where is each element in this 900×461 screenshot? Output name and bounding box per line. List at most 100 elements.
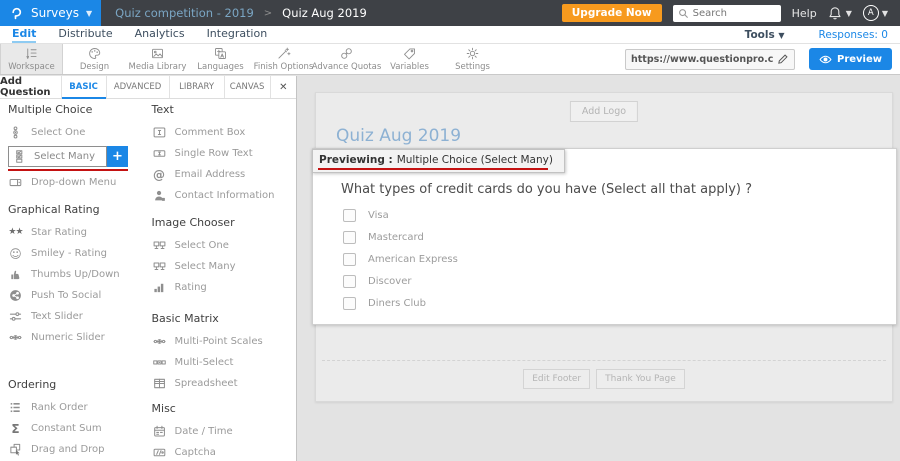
option-row: Mastercard (343, 231, 458, 244)
question-type-rating[interactable]: Rating (152, 277, 296, 298)
checkbox-mastercard[interactable] (343, 231, 356, 244)
tab-canvas[interactable]: CANVAS (224, 76, 270, 98)
question-type-captcha[interactable]: Captcha (152, 442, 296, 461)
item-label: Select Many (175, 261, 236, 272)
question-type-text-slider[interactable]: Text Slider (8, 306, 145, 327)
item-label: Captcha (175, 447, 216, 458)
item-label: Multi-Select (175, 357, 234, 368)
question-type-select-many[interactable]: Select Many (152, 256, 296, 277)
toolbar-item-settings[interactable]: Settings (441, 44, 504, 74)
search-box[interactable] (673, 5, 781, 22)
account-menu[interactable]: A ▼ (863, 5, 888, 21)
tab-advanced[interactable]: ADVANCED (106, 76, 169, 98)
question-type-push-to-social[interactable]: Push To Social (8, 285, 145, 306)
edit-footer-button[interactable]: Edit Footer (523, 369, 590, 389)
question-type-constant-sum[interactable]: ΣConstant Sum (8, 418, 145, 439)
nav-item-distribute[interactable]: Distribute (58, 27, 112, 43)
breadcrumb-current[interactable]: Quiz Aug 2019 (282, 6, 367, 20)
survey-url-box[interactable] (625, 49, 795, 70)
nav-item-integration[interactable]: Integration (207, 27, 268, 43)
add-logo-button[interactable]: Add Logo (570, 101, 638, 122)
question-type-thumbs-up-down[interactable]: Thumbs Up/Down (8, 264, 145, 285)
upgrade-now-button[interactable]: Upgrade Now (562, 4, 662, 22)
multi-point-scales-icon (152, 335, 167, 349)
variables-icon (402, 47, 417, 61)
section-image-chooser: Image ChooserSelect OneSelect ManyRating (152, 216, 296, 298)
question-type-select-many[interactable]: Select Many (8, 146, 107, 167)
question-type-contact-information[interactable]: Contact Information (152, 185, 296, 206)
question-type-select-one[interactable]: Select One (152, 235, 296, 256)
toolbar-item-languages[interactable]: Languages (189, 44, 252, 74)
question-type-numeric-slider[interactable]: Numeric Slider (8, 327, 145, 348)
help-link[interactable]: Help (792, 7, 817, 20)
survey-title[interactable]: Quiz Aug 2019 (336, 126, 461, 146)
red-underline (318, 168, 548, 170)
panel-column-1: Multiple ChoiceSelect OneSelect Many+Dro… (8, 103, 145, 461)
section-graphical-rating: Graphical Rating★★Star Rating☺Smiley - R… (8, 203, 145, 348)
question-type-comment-box[interactable]: Comment Box (152, 122, 296, 143)
toolbar-item-workspace[interactable]: Workspace (0, 44, 63, 74)
tools-menu[interactable]: Tools ▼ (745, 29, 785, 41)
image-rating-icon (152, 281, 167, 295)
question-type-select-many-selected: Select Many+ (8, 146, 145, 171)
thank-you-page-button[interactable]: Thank You Page (596, 369, 685, 389)
topbar-actions: Upgrade Now Help ▼ A ▼ (562, 4, 900, 22)
single-row-text-icon (152, 147, 167, 161)
item-label: Single Row Text (175, 148, 253, 159)
notifications-menu[interactable]: ▼ (828, 6, 852, 20)
spreadsheet-icon (152, 377, 167, 391)
question-type-spreadsheet[interactable]: Spreadsheet (152, 373, 296, 394)
option-row: Diners Club (343, 297, 458, 310)
tab-library[interactable]: LIBRARY (169, 76, 224, 98)
question-type-drop-down-menu[interactable]: Drop-down Menu (8, 172, 145, 193)
preview-button[interactable]: Preview (809, 48, 892, 70)
toolbar-item-media-library[interactable]: Media Library (126, 44, 189, 74)
avatar[interactable]: A (863, 5, 879, 21)
question-text: What types of credit cards do you have (… (341, 182, 752, 197)
question-type-rank-order[interactable]: Rank Order (8, 397, 145, 418)
toolbar-right: Preview (625, 44, 900, 74)
preview-label: Preview (837, 54, 882, 65)
question-type-date-time[interactable]: Date / Time (152, 421, 296, 442)
survey-url-input[interactable] (631, 54, 773, 65)
toolbar-item-design[interactable]: Design (63, 44, 126, 74)
responses-count[interactable]: Responses: 0 (819, 29, 888, 41)
search-input[interactable] (693, 8, 776, 19)
checkbox-discover[interactable] (343, 275, 356, 288)
question-type-smiley-rating[interactable]: ☺Smiley - Rating (8, 243, 145, 264)
bell-icon (828, 6, 843, 20)
checkbox-visa[interactable] (343, 209, 356, 222)
section-heading: Ordering (8, 378, 145, 392)
question-type-email-address[interactable]: @Email Address (152, 164, 296, 185)
option-row: Discover (343, 275, 458, 288)
surveys-menu[interactable]: Surveys ▼ (0, 0, 101, 26)
close-icon[interactable]: ✕ (270, 76, 296, 98)
item-label: Text Slider (31, 311, 83, 322)
question-type-multi-point-scales[interactable]: Multi-Point Scales (152, 331, 296, 352)
add-question-plus-button[interactable]: + (107, 146, 128, 167)
question-type-star-rating[interactable]: ★★Star Rating (8, 222, 145, 243)
toolbar-item-finish-options[interactable]: Finish Options (252, 44, 315, 74)
chevron-down-icon: ▼ (86, 9, 92, 18)
question-type-select-one[interactable]: Select One (8, 122, 145, 143)
date-time-icon (152, 425, 167, 439)
edit-pencil-icon[interactable] (777, 52, 789, 66)
question-type-multi-select[interactable]: Multi-Select (152, 352, 296, 373)
nav-item-analytics[interactable]: Analytics (135, 27, 185, 43)
question-type-drag-and-drop[interactable]: Drag and Drop (8, 439, 145, 460)
nav-item-edit[interactable]: Edit (12, 27, 36, 43)
item-label: Star Rating (31, 227, 87, 238)
toolbar-item-variables[interactable]: Variables (378, 44, 441, 74)
item-label: Smiley - Rating (31, 248, 107, 259)
checkbox-american-express[interactable] (343, 253, 356, 266)
option-label: American Express (368, 254, 458, 265)
breadcrumb-parent[interactable]: Quiz competition - 2019 (115, 6, 254, 20)
product-name[interactable]: Surveys (31, 6, 79, 20)
tab-basic[interactable]: BASIC (61, 76, 106, 98)
drag-drop-icon (8, 443, 23, 457)
breadcrumb: Quiz competition - 2019 > Quiz Aug 2019 (115, 6, 367, 20)
question-type-single-row-text[interactable]: Single Row Text (152, 143, 296, 164)
options-list: VisaMastercardAmerican ExpressDiscoverDi… (343, 209, 458, 319)
toolbar-item-advance-quotas[interactable]: Advance Quotas (315, 44, 378, 74)
checkbox-diners-club[interactable] (343, 297, 356, 310)
